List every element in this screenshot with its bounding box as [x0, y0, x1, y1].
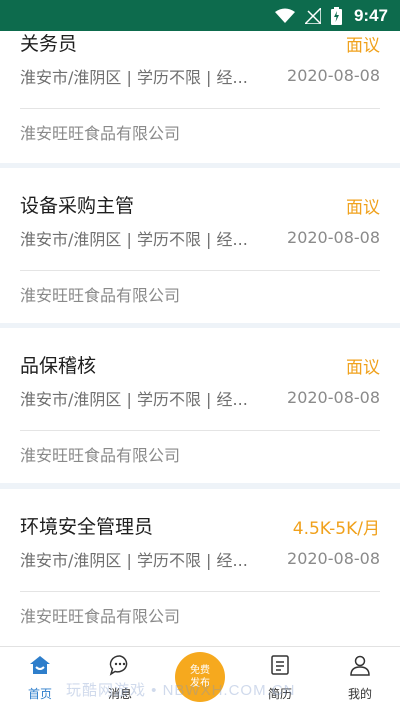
job-salary: 4.5K-5K/月	[292, 519, 380, 539]
job-meta: 淮安市/淮阴区 | 学历不限 | 经...	[20, 68, 248, 87]
status-bar: 9:47	[0, 0, 400, 31]
tab-profile[interactable]: 我的	[320, 647, 400, 711]
job-card[interactable]: 设备采购主管 面议 淮安市/淮阴区 | 学历不限 | 经... 2020-08-…	[0, 168, 400, 323]
divider	[20, 430, 380, 431]
job-meta: 淮安市/淮阴区 | 学历不限 | 经...	[20, 551, 248, 570]
tab-messages[interactable]: 消息	[80, 647, 160, 711]
job-date: 2020-08-08	[287, 66, 380, 85]
job-date: 2020-08-08	[287, 228, 380, 247]
battery-charging-icon	[330, 6, 342, 25]
divider	[20, 270, 380, 271]
job-salary: 面议	[346, 198, 380, 218]
company-name: 淮安旺旺食品有限公司	[20, 446, 181, 465]
clock: 9:47	[353, 5, 388, 25]
tab-label: 简历	[267, 687, 292, 701]
tab-label: 消息	[107, 687, 132, 701]
company-name: 淮安旺旺食品有限公司	[20, 286, 181, 305]
job-card[interactable]: 关务员 面议 淮安市/淮阴区 | 学历不限 | 经... 2020-08-08 …	[0, 31, 400, 163]
profile-icon	[349, 653, 371, 677]
message-icon	[109, 653, 131, 677]
tab-label: 首页	[27, 687, 52, 701]
job-title: 品保稽核	[20, 355, 97, 377]
job-list[interactable]: 关务员 面议 淮安市/淮阴区 | 学历不限 | 经... 2020-08-08 …	[0, 31, 400, 646]
job-date: 2020-08-08	[287, 388, 380, 407]
job-salary: 面议	[346, 36, 380, 56]
job-date: 2020-08-08	[287, 549, 380, 568]
job-title: 关务员	[20, 33, 78, 55]
divider	[20, 591, 380, 592]
resume-icon	[270, 653, 290, 677]
job-title: 设备采购主管	[20, 195, 135, 217]
job-meta: 淮安市/淮阴区 | 学历不限 | 经...	[20, 230, 248, 249]
publish-label-line1: 免费	[190, 665, 210, 676]
job-card[interactable]: 环境安全管理员 4.5K-5K/月 淮安市/淮阴区 | 学历不限 | 经... …	[0, 489, 400, 646]
wifi-icon	[274, 8, 295, 24]
job-card[interactable]: 品保稽核 面议 淮安市/淮阴区 | 学历不限 | 经... 2020-08-08…	[0, 328, 400, 483]
cell-signal-icon	[304, 7, 321, 24]
job-salary: 面议	[346, 358, 380, 378]
home-icon	[29, 653, 51, 677]
company-name: 淮安旺旺食品有限公司	[20, 124, 181, 143]
publish-label-line2: 发布	[190, 678, 210, 689]
tab-label: 我的	[347, 687, 372, 701]
tab-resume[interactable]: 简历	[240, 647, 320, 711]
divider	[20, 108, 380, 109]
company-name: 淮安旺旺食品有限公司	[20, 607, 181, 626]
job-meta: 淮安市/淮阴区 | 学历不限 | 经...	[20, 390, 248, 409]
tab-home[interactable]: 首页	[0, 647, 80, 711]
free-publish-button[interactable]: 免费 发布	[175, 652, 225, 702]
job-title: 环境安全管理员	[20, 516, 154, 538]
